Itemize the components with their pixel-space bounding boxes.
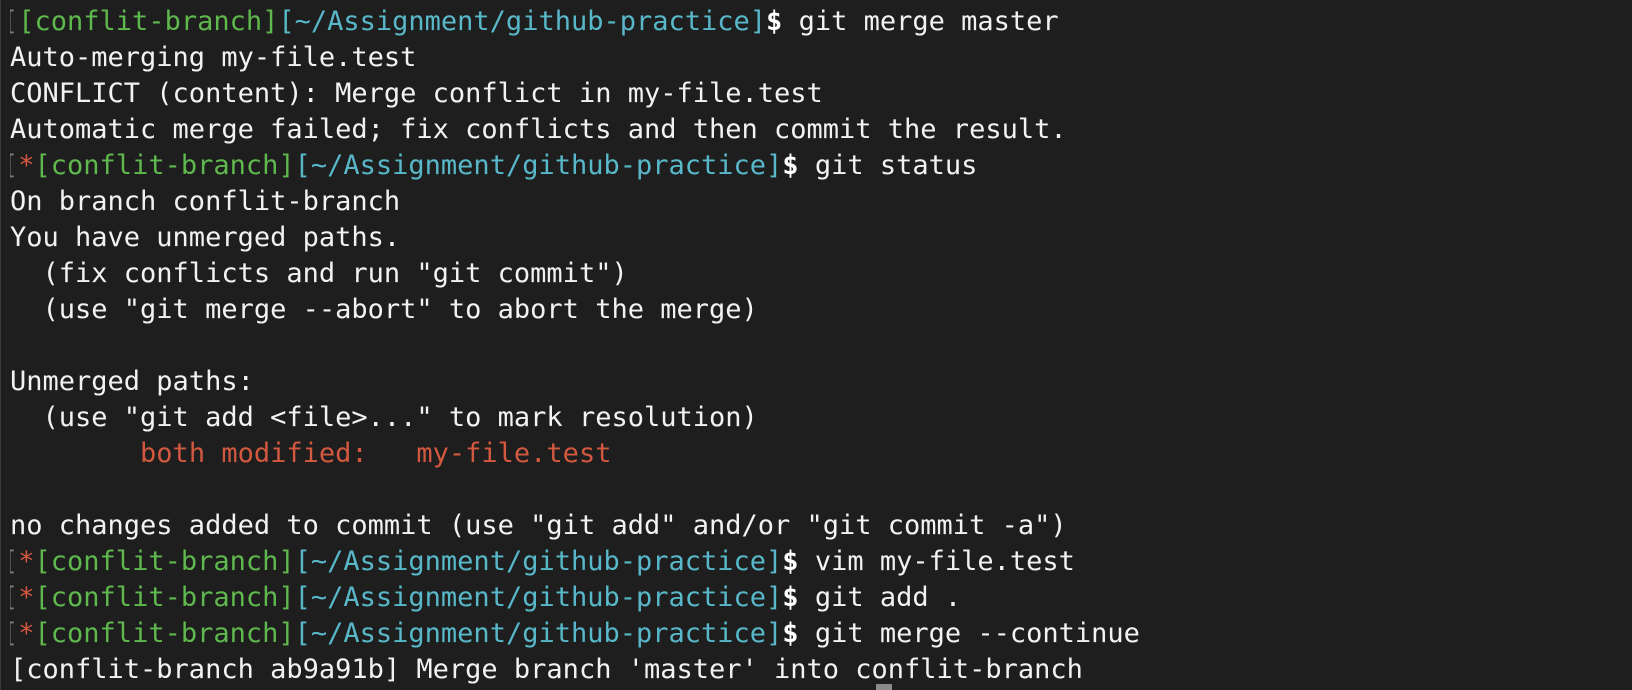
output-line: no changes added to commit (use "git add…	[10, 510, 1067, 541]
prompt-branch: [conflit-branch]	[34, 150, 295, 181]
text-cursor	[876, 684, 892, 690]
output-line: (use "git merge --abort" to abort the me…	[10, 294, 758, 325]
output-line: Unmerged paths:	[10, 366, 254, 397]
output-line: CONFLICT (content): Merge conflict in my…	[10, 78, 823, 109]
prompt-line: [*[conflit-branch][~/Assignment/github-p…	[10, 148, 1632, 184]
prompt-branch: [conflit-branch]	[18, 6, 279, 37]
prompt-path: [~/Assignment/github-practice]	[294, 546, 783, 577]
prompt-path: [~/Assignment/github-practice]	[294, 582, 783, 613]
prompt-branch: [conflit-branch]	[34, 618, 295, 649]
prompt-line: [*[conflit-branch][~/Assignment/github-p…	[10, 616, 1632, 652]
prompt-symbol: $	[766, 6, 783, 37]
command-text: git add .	[814, 582, 962, 613]
prompt-path: [~/Assignment/github-practice]	[294, 150, 783, 181]
output-line: Automatic merge failed; fix conflicts an…	[10, 114, 1067, 145]
dirty-marker: *	[18, 618, 35, 649]
output-line: Auto-merging my-file.test	[10, 42, 417, 73]
output-line: You have unmerged paths.	[10, 222, 401, 253]
unmerged-file-line: both modified: my-file.test	[10, 436, 1632, 472]
prompt-branch: [conflit-branch]	[34, 546, 295, 577]
output-line: On branch conflit-branch	[10, 186, 401, 217]
dirty-marker: *	[18, 582, 35, 613]
prompt-symbol: $	[782, 582, 799, 613]
output-line: (use "git add <file>..." to mark resolut…	[10, 402, 758, 433]
terminal-window[interactable]: [[conflit-branch][~/Assignment/github-pr…	[0, 0, 1632, 690]
prompt-line: [[conflit-branch][~/Assignment/github-pr…	[10, 4, 1632, 40]
prompt-line: [*[conflit-branch][~/Assignment/github-p…	[10, 544, 1632, 580]
prompt-branch: [conflit-branch]	[34, 582, 295, 613]
output-line: [conflit-branch ab9a91b] Merge branch 'm…	[10, 654, 1083, 685]
output-line: (fix conflicts and run "git commit")	[10, 258, 628, 289]
prompt-symbol: $	[782, 546, 799, 577]
command-text: git merge master	[798, 6, 1059, 37]
prompt-symbol: $	[782, 618, 799, 649]
command-text: vim my-file.test	[814, 546, 1075, 577]
prompt-line: [*[conflit-branch][~/Assignment/github-p…	[10, 580, 1632, 616]
command-text: git status	[814, 150, 978, 181]
unmerged-file-status: both modified: my-file.test	[140, 438, 612, 469]
dirty-marker: *	[18, 546, 35, 577]
prompt-symbol: $	[782, 150, 799, 181]
command-text: git merge --continue	[814, 618, 1140, 649]
prompt-path: [~/Assignment/github-practice]	[294, 618, 783, 649]
prompt-path: [~/Assignment/github-practice]	[278, 6, 767, 37]
dirty-marker: *	[18, 150, 35, 181]
